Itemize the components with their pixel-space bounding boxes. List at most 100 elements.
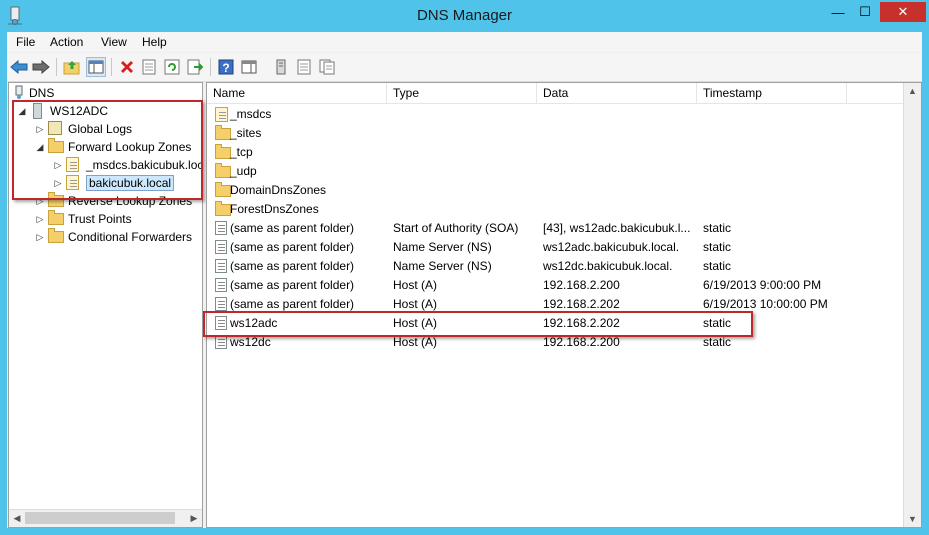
- delete-icon[interactable]: [117, 57, 137, 77]
- up-folder-icon[interactable]: [62, 57, 82, 77]
- record-timestamp: static: [703, 221, 732, 235]
- console-tree[interactable]: DNS ◢ WS12ADC ▷ Global Logs ◢ Forward Lo…: [8, 82, 203, 528]
- scroll-up-icon[interactable]: ▲: [905, 84, 920, 98]
- list-item[interactable]: DomainDnsZones: [207, 181, 921, 200]
- table-row[interactable]: (same as parent folder) Name Server (NS)…: [207, 238, 921, 257]
- expand-arrow-icon[interactable]: ▷: [53, 160, 63, 170]
- tree-item-dns[interactable]: DNS: [13, 84, 54, 102]
- tree-item-global-logs[interactable]: ▷ Global Logs: [35, 120, 132, 138]
- export-list-icon[interactable]: [185, 57, 205, 77]
- table-row[interactable]: (same as parent folder) Host (A) 192.168…: [207, 295, 921, 314]
- show-console-tree-icon[interactable]: [86, 57, 106, 77]
- list-item[interactable]: _udp: [207, 162, 921, 181]
- record-timestamp: static: [703, 240, 732, 254]
- folder-icon: [48, 192, 64, 209]
- list-item[interactable]: _sites: [207, 124, 921, 143]
- title-bar[interactable]: DNS Manager — ☐ ✕: [0, 0, 929, 32]
- record-name: (same as parent folder): [230, 259, 355, 273]
- minimize-button[interactable]: —: [825, 2, 851, 22]
- record-icon: [215, 240, 228, 255]
- column-name[interactable]: Name: [207, 83, 387, 103]
- collapse-arrow-icon[interactable]: ◢: [35, 142, 45, 152]
- tree-item-forward-lookup-zones[interactable]: ◢ Forward Lookup Zones: [35, 138, 191, 156]
- folder-icon: [48, 228, 64, 245]
- list-vertical-scrollbar[interactable]: ▲ ▼: [903, 83, 921, 527]
- tree-label-forward-zones: Forward Lookup Zones: [68, 140, 192, 154]
- dns-icon: [13, 85, 25, 101]
- record-type: Start of Authority (SOA): [393, 221, 519, 235]
- item-name: _msdcs: [230, 107, 272, 121]
- tree-horizontal-scrollbar[interactable]: ◀ ▶: [9, 509, 202, 527]
- table-row[interactable]: (same as parent folder) Host (A) 192.168…: [207, 276, 921, 295]
- zone-icon: [215, 107, 228, 122]
- scrollbar-thumb[interactable]: [25, 512, 175, 524]
- folder-icon: [215, 201, 231, 217]
- list-item[interactable]: _tcp: [207, 143, 921, 162]
- record-type: Name Server (NS): [393, 259, 492, 273]
- record-data: ws12adc.bakicubuk.local.: [543, 240, 680, 254]
- record-timestamp: static: [703, 316, 732, 330]
- collapse-arrow-icon[interactable]: ◢: [17, 106, 27, 116]
- column-timestamp[interactable]: Timestamp: [697, 83, 847, 103]
- refresh-icon[interactable]: [162, 57, 182, 77]
- item-name: ForestDnsZones: [230, 202, 319, 216]
- tree-item-msdcs-zone[interactable]: ▷ _msdcs.bakicubuk.local: [53, 156, 203, 174]
- record-name: (same as parent folder): [230, 278, 355, 292]
- tree-item-conditional-forwarders[interactable]: ▷ Conditional Forwarders: [35, 228, 192, 246]
- records-list-icon[interactable]: [294, 57, 314, 77]
- scroll-right-icon[interactable]: ▶: [187, 511, 201, 525]
- table-row[interactable]: ws12adc Host (A) 192.168.2.202 static: [207, 314, 921, 333]
- record-name: (same as parent folder): [230, 221, 355, 235]
- client-area: File Action View Help ? DNS ◢ WS12ADC ▷ …: [7, 32, 922, 528]
- show-hide-action-pane-icon[interactable]: [239, 57, 259, 77]
- maximize-button[interactable]: ☐: [852, 2, 878, 22]
- tree-label-global-logs: Global Logs: [68, 122, 133, 136]
- column-type[interactable]: Type: [387, 83, 537, 103]
- menu-file[interactable]: File: [16, 35, 35, 49]
- scroll-down-icon[interactable]: ▼: [905, 512, 920, 526]
- record-timestamp: 6/19/2013 9:00:00 PM: [703, 278, 822, 292]
- table-row[interactable]: ws12dc Host (A) 192.168.2.200 static: [207, 333, 921, 352]
- expand-arrow-icon[interactable]: ▷: [35, 196, 45, 206]
- list-item[interactable]: _msdcs: [207, 105, 921, 124]
- records-list[interactable]: Name Type Data Timestamp _msdcs _sites _…: [206, 82, 922, 528]
- item-name: _sites: [230, 126, 262, 140]
- tree-item-reverse-lookup-zones[interactable]: ▷ Reverse Lookup Zones: [35, 192, 192, 210]
- record-timestamp: 6/19/2013 10:00:00 PM: [703, 297, 828, 311]
- help-icon[interactable]: ?: [216, 57, 236, 77]
- tree-item-trust-points[interactable]: ▷ Trust Points: [35, 210, 132, 228]
- item-name: _tcp: [230, 145, 253, 159]
- forward-arrow-icon[interactable]: [31, 57, 51, 77]
- record-type: Name Server (NS): [393, 240, 492, 254]
- scroll-left-icon[interactable]: ◀: [10, 511, 24, 525]
- expand-arrow-icon[interactable]: ▷: [35, 214, 45, 224]
- expand-arrow-icon[interactable]: ▷: [35, 124, 45, 134]
- menu-help[interactable]: Help: [142, 35, 167, 49]
- expand-arrow-icon[interactable]: ▷: [35, 232, 45, 242]
- menu-view[interactable]: View: [101, 35, 127, 49]
- zone-icon: [66, 157, 82, 173]
- server-icon[interactable]: [271, 57, 291, 77]
- table-row[interactable]: (same as parent folder) Name Server (NS)…: [207, 257, 921, 276]
- server-icon: [30, 103, 46, 119]
- expand-arrow-icon[interactable]: ▷: [53, 178, 63, 188]
- tree-label-conditional-forwarders: Conditional Forwarders: [68, 230, 193, 244]
- tree-item-bakicubuk-zone[interactable]: ▷ bakicubuk.local: [53, 174, 175, 192]
- zone-icon: [66, 175, 82, 191]
- menu-action[interactable]: Action: [50, 35, 83, 49]
- tree-label-reverse-zones: Reverse Lookup Zones: [68, 194, 193, 208]
- svg-text:?: ?: [222, 61, 229, 75]
- back-arrow-icon[interactable]: [9, 57, 29, 77]
- table-row[interactable]: (same as parent folder) Start of Authori…: [207, 219, 921, 238]
- item-name: DomainDnsZones: [230, 183, 327, 197]
- toolbar: ?: [7, 53, 922, 82]
- tree-item-ws12adc[interactable]: ◢ WS12ADC: [17, 102, 108, 120]
- tree-label-msdcs-zone: _msdcs.bakicubuk.local: [86, 158, 203, 172]
- record-name: ws12adc: [230, 316, 278, 330]
- column-data[interactable]: Data: [537, 83, 697, 103]
- close-button[interactable]: ✕: [880, 2, 926, 22]
- copy-records-icon[interactable]: [317, 57, 337, 77]
- record-type: Host (A): [393, 278, 438, 292]
- list-item[interactable]: ForestDnsZones: [207, 200, 921, 219]
- properties-icon[interactable]: [139, 57, 159, 77]
